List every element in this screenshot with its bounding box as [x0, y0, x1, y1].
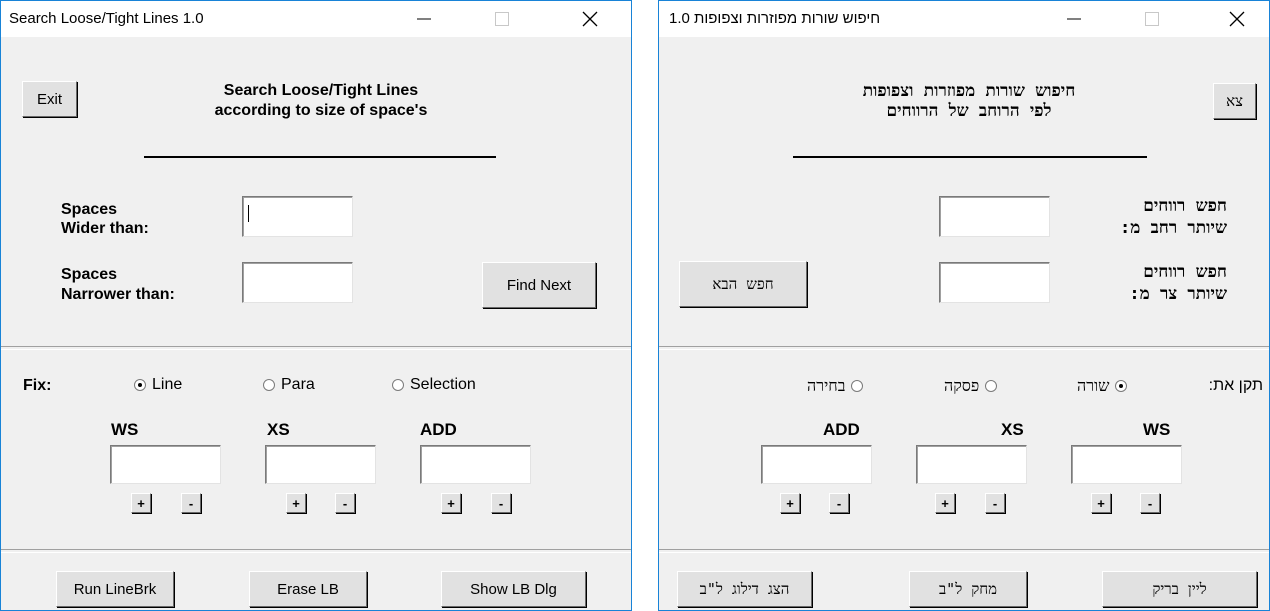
- ws-minus-button[interactable]: -: [1140, 493, 1160, 513]
- radio-icon: [985, 380, 998, 392]
- erase-lb-button[interactable]: מחק ל"ב: [909, 571, 1027, 607]
- radio-para[interactable]: פסקה: [944, 376, 998, 396]
- xs-header: XS: [1001, 420, 1024, 439]
- wider-label-line-2: שיותר רחב מ:: [1120, 218, 1227, 238]
- spaces-wider-input[interactable]: [242, 196, 353, 237]
- radio-icon: [263, 379, 275, 391]
- wider-label-line-1: חפש רווחים: [1143, 196, 1227, 216]
- ws-input[interactable]: [1071, 445, 1182, 484]
- maximize-icon: [495, 12, 509, 26]
- xs-header: XS: [267, 420, 290, 439]
- narrower-label-line-2: שיותר צר מ:: [1129, 284, 1227, 304]
- radio-selection-label: בחירה: [807, 376, 846, 395]
- separator: [1, 346, 631, 350]
- spaces-narrower-input[interactable]: [939, 262, 1050, 303]
- close-button[interactable]: [1214, 1, 1260, 37]
- title-bar: Search Loose/Tight Lines 1.0: [1, 1, 631, 37]
- heading-line-1: חיפוש שורות מפוזרות וצפופות: [862, 81, 1076, 101]
- ws-input[interactable]: [110, 445, 221, 484]
- add-minus-button[interactable]: -: [491, 493, 511, 513]
- radio-line-label: שורה: [1077, 376, 1110, 395]
- close-icon: [1229, 11, 1245, 27]
- radio-line[interactable]: שורה: [1077, 376, 1128, 396]
- fix-label: Fix:: [23, 377, 52, 394]
- heading-line-1: Search Loose/Tight Lines: [223, 82, 419, 99]
- xs-minus-button[interactable]: -: [985, 493, 1005, 513]
- ws-header: WS: [1143, 420, 1171, 439]
- maximize-button: [479, 1, 525, 37]
- close-icon: [582, 11, 598, 27]
- show-lb-dlg-button[interactable]: הצג דילוג ל"ב: [677, 571, 812, 607]
- radio-para[interactable]: Para: [263, 376, 315, 394]
- show-lb-dlg-button[interactable]: Show LB Dlg: [441, 571, 586, 607]
- radio-selected-icon: [1115, 380, 1128, 392]
- xs-minus-button[interactable]: -: [335, 493, 355, 513]
- wider-label-line-1: Spaces: [61, 201, 118, 218]
- minimize-icon: [417, 18, 431, 20]
- add-input[interactable]: [761, 445, 872, 484]
- close-button[interactable]: [567, 1, 613, 37]
- narrower-label-line-1: חפש רווחים: [1143, 262, 1227, 282]
- find-next-button[interactable]: Find Next: [482, 262, 596, 308]
- heading-line-2: לפי הרוחב של הרווחים: [886, 101, 1052, 121]
- spaces-wider-input[interactable]: [939, 196, 1050, 237]
- radio-para-label: פסקה: [944, 376, 980, 395]
- radio-icon: [392, 379, 404, 391]
- minimize-button[interactable]: [1051, 1, 1097, 37]
- xs-input[interactable]: [916, 445, 1027, 484]
- maximize-icon: [1145, 12, 1159, 26]
- run-linebrk-button[interactable]: Run LineBrk: [56, 571, 174, 607]
- xs-plus-button[interactable]: +: [935, 493, 955, 513]
- ws-minus-button[interactable]: -: [181, 493, 201, 513]
- window-title-text: חיפוש שורות מפוזרות וצפופות 1.0: [669, 10, 881, 27]
- xs-input[interactable]: [265, 445, 376, 484]
- fix-label: תקן את:: [1208, 377, 1263, 394]
- radio-selection[interactable]: בחירה: [807, 376, 864, 396]
- xs-plus-button[interactable]: +: [286, 493, 306, 513]
- add-header: ADD: [420, 420, 457, 439]
- maximize-button: [1129, 1, 1175, 37]
- separator: [659, 549, 1269, 553]
- title-bar: חיפוש שורות מפוזרות וצפופות 1.0: [659, 1, 1269, 37]
- narrower-label-line-1: Spaces: [61, 266, 118, 283]
- exit-button[interactable]: Exit: [22, 81, 77, 117]
- radio-selected-icon: [134, 379, 146, 391]
- minimize-button[interactable]: [401, 1, 447, 37]
- run-linebrk-button[interactable]: ליין בריק: [1102, 571, 1257, 607]
- radio-line[interactable]: Line: [134, 376, 182, 394]
- heading-underline: [793, 156, 1147, 158]
- left-dialog-window: Search Loose/Tight Lines 1.0 Exit Search…: [0, 0, 632, 611]
- heading-line-2: according to size of space's: [214, 102, 428, 119]
- radio-line-label: Line: [152, 376, 183, 393]
- ws-header: WS: [111, 420, 139, 439]
- add-input[interactable]: [420, 445, 531, 484]
- add-header: ADD: [823, 420, 860, 439]
- ws-plus-button[interactable]: +: [131, 493, 151, 513]
- add-plus-button[interactable]: +: [441, 493, 461, 513]
- add-minus-button[interactable]: -: [829, 493, 849, 513]
- radio-selection[interactable]: Selection: [392, 376, 476, 394]
- narrower-label-line-2: Narrower than:: [61, 286, 175, 303]
- window-title: Search Loose/Tight Lines 1.0: [9, 10, 204, 27]
- text-caret: [248, 205, 249, 222]
- wider-label-line-2: Wider than:: [61, 220, 149, 237]
- minimize-icon: [1067, 18, 1081, 20]
- erase-lb-button[interactable]: Erase LB: [249, 571, 367, 607]
- exit-button[interactable]: צא: [1213, 83, 1256, 119]
- ws-plus-button[interactable]: +: [1091, 493, 1111, 513]
- add-plus-button[interactable]: +: [780, 493, 800, 513]
- radio-selection-label: Selection: [410, 376, 476, 393]
- separator: [659, 346, 1269, 350]
- right-dialog-window: חיפוש שורות מפוזרות וצפופות 1.0 צא חיפוש…: [658, 0, 1270, 611]
- spaces-narrower-input[interactable]: [242, 262, 353, 303]
- window-title: חיפוש שורות מפוזרות וצפופות 1.0: [669, 10, 880, 27]
- heading-underline: [144, 156, 496, 158]
- radio-icon: [851, 380, 864, 392]
- find-next-button[interactable]: חפש הבא: [679, 261, 807, 307]
- separator: [1, 549, 631, 553]
- radio-para-label: Para: [281, 376, 315, 393]
